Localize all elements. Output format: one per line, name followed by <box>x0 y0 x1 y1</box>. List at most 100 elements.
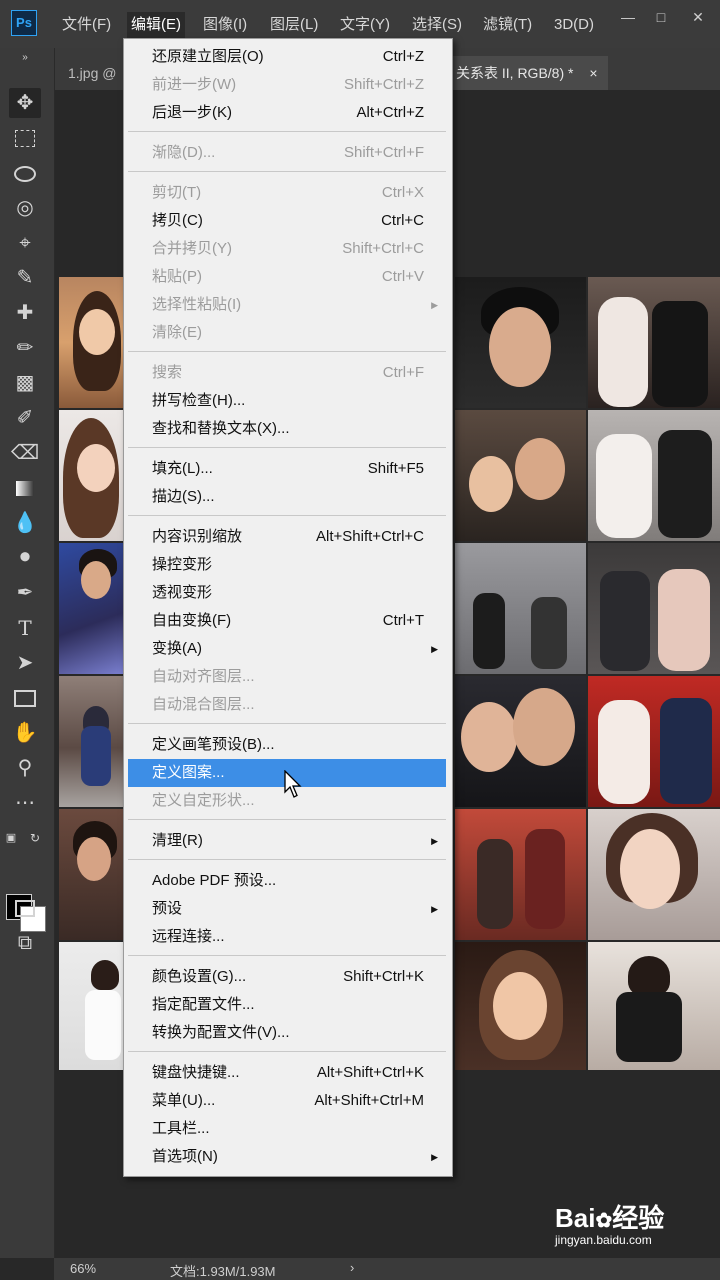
document-tab-1[interactable]: 1.jpg @ <box>68 56 116 90</box>
gradient-tool-icon[interactable] <box>9 473 41 503</box>
menu-item-free-transform[interactable]: 自由变换(F) Ctrl+T <box>128 607 446 635</box>
document-tab-active[interactable]: 关系表 II, RGB/8) * × <box>446 56 608 90</box>
rectangle-tool-icon[interactable] <box>9 683 41 713</box>
crop-tool-icon[interactable]: ⌖ <box>9 228 41 258</box>
paw-icon: ✿ <box>595 1210 613 1232</box>
menu-item-copy[interactable]: 拷贝(C) Ctrl+C <box>128 207 446 235</box>
menu-item-preferences[interactable]: 首选项(N) ▶ <box>128 1143 446 1171</box>
menu-item-paste-special[interactable]: 选择性粘贴(I) ▶ <box>128 291 446 319</box>
menu-separator <box>128 1051 446 1052</box>
close-window-icon[interactable]: ✕ <box>688 8 708 26</box>
menu-item-find-replace[interactable]: 查找和替换文本(X)... <box>128 415 446 443</box>
collage-photo <box>59 676 125 807</box>
zoom-level[interactable]: 66% <box>70 1261 96 1276</box>
blur-tool-icon[interactable]: 💧 <box>9 508 41 538</box>
history-brush-tool-icon[interactable]: ✐ <box>9 403 41 433</box>
collage-photo <box>455 942 586 1070</box>
menu-item-convert-to-profile[interactable]: 转换为配置文件(V)... <box>128 1019 446 1047</box>
menu-item-menus[interactable]: 菜单(U)... Alt+Shift+Ctrl+M <box>128 1087 446 1115</box>
collage-photo <box>455 676 586 807</box>
collage-photo <box>59 543 125 674</box>
menu-item-stroke[interactable]: 描边(S)... <box>128 483 446 511</box>
hand-tool-icon[interactable]: ✋ <box>9 718 41 748</box>
menu-separator <box>128 819 446 820</box>
menu-item-spell-check[interactable]: 拼写检查(H)... <box>128 387 446 415</box>
quick-mask-icon[interactable] <box>9 893 41 923</box>
menu-separator <box>128 131 446 132</box>
menu-item-define-brush-preset[interactable]: 定义画笔预设(B)... <box>128 731 446 759</box>
tools-panel: » ✥ ◎ ⌖ ✎ ✚ ✏ ▩ ✐ ⌫ 💧 ⚫ ✒ T ➤ ✋ ⚲ ⋯ ▣ ↻ … <box>0 48 55 1258</box>
menu-item-adobe-pdf-presets[interactable]: Adobe PDF 预设... <box>128 867 446 895</box>
screen-mode-icon[interactable]: ⧉ <box>9 928 41 958</box>
move-tool-icon[interactable]: ✥ <box>9 88 41 118</box>
menu-item-remote-connections[interactable]: 远程连接... <box>128 923 446 951</box>
edit-menu-dropdown: 还原建立图层(O) Ctrl+Z 前进一步(W) Shift+Ctrl+Z 后退一步… <box>123 38 453 1177</box>
menu-item-transform[interactable]: 变换(A) ▶ <box>128 635 446 663</box>
close-tab-icon[interactable]: × <box>589 65 597 81</box>
menu-item-keyboard-shortcuts[interactable]: 键盘快捷键... Alt+Shift+Ctrl+K <box>128 1059 446 1087</box>
menu-layer[interactable]: 图层(L) <box>266 12 322 38</box>
marquee-tool-icon[interactable] <box>9 123 41 153</box>
eyedropper-tool-icon[interactable]: ✎ <box>9 263 41 293</box>
path-selection-tool-icon[interactable]: ➤ <box>9 648 41 678</box>
collage-photo <box>588 543 720 674</box>
menu-edit[interactable]: 编辑(E) <box>127 12 185 38</box>
type-tool-icon[interactable]: T <box>9 613 41 643</box>
menu-item-assign-profile[interactable]: 指定配置文件... <box>128 991 446 1019</box>
collage-photo <box>588 410 720 541</box>
menu-item-clear[interactable]: 清除(E) <box>128 319 446 347</box>
menu-item-fade[interactable]: 渐隐(D)... Shift+Ctrl+F <box>128 139 446 167</box>
swap-colors-icon[interactable]: ↻ <box>28 823 42 853</box>
menu-item-undo[interactable]: 还原建立图层(O) Ctrl+Z <box>128 43 446 71</box>
menu-select[interactable]: 选择(S) <box>408 12 466 38</box>
maximize-icon[interactable]: □ <box>651 8 671 26</box>
menu-item-auto-align-layers[interactable]: 自动对齐图层... <box>128 663 446 691</box>
expand-panel-icon[interactable]: » <box>9 52 41 64</box>
collage-photo <box>455 277 586 408</box>
menu-file[interactable]: 文件(F) <box>58 12 115 38</box>
menu-item-search[interactable]: 搜索 Ctrl+F <box>128 359 446 387</box>
more-tools-icon[interactable]: ⋯ <box>9 788 41 818</box>
lasso-tool-icon[interactable] <box>9 158 41 188</box>
document-size-info: 文档:1.93M/1.93M <box>170 1264 276 1279</box>
submenu-arrow-icon: ▶ <box>431 904 438 914</box>
default-colors-icon[interactable]: ▣ <box>4 823 18 853</box>
menu-type[interactable]: 文字(Y) <box>336 12 394 38</box>
menu-item-purge[interactable]: 清理(R) ▶ <box>128 827 446 855</box>
menu-item-step-backward[interactable]: 后退一步(K) Alt+Ctrl+Z <box>128 99 446 127</box>
menu-item-toolbar[interactable]: 工具栏... <box>128 1115 446 1143</box>
status-expand-icon[interactable]: › <box>350 1260 354 1275</box>
minimize-icon[interactable]: — <box>618 8 638 26</box>
menu-item-presets[interactable]: 预设 ▶ <box>128 895 446 923</box>
status-bar: 66% 文档:1.93M/1.93M › <box>54 1258 720 1280</box>
baidu-jingyan-watermark: Bai✿经验 jingyan.baidu.com <box>555 1198 664 1247</box>
menu-3d[interactable]: 3D(D) <box>550 12 598 38</box>
menu-item-perspective-warp[interactable]: 透视变形 <box>128 579 446 607</box>
menu-item-color-settings[interactable]: 颜色设置(G)... Shift+Ctrl+K <box>128 963 446 991</box>
submenu-arrow-icon: ▶ <box>431 1152 438 1162</box>
menu-filter[interactable]: 滤镜(T) <box>479 12 536 38</box>
menu-separator <box>128 351 446 352</box>
document-tab-title: 关系表 II, RGB/8) * <box>456 65 574 81</box>
clone-stamp-tool-icon[interactable]: ▩ <box>9 368 41 398</box>
menu-item-auto-blend-layers[interactable]: 自动混合图层... <box>128 691 446 719</box>
watermark-brand: Bai <box>555 1203 596 1233</box>
collage-photo <box>59 942 125 1070</box>
menu-item-puppet-warp[interactable]: 操控变形 <box>128 551 446 579</box>
dodge-tool-icon[interactable]: ⚫ <box>9 543 41 573</box>
healing-brush-tool-icon[interactable]: ✚ <box>9 298 41 328</box>
zoom-tool-icon[interactable]: ⚲ <box>9 753 41 783</box>
pen-tool-icon[interactable]: ✒ <box>9 578 41 608</box>
quick-selection-tool-icon[interactable]: ◎ <box>9 193 41 223</box>
brush-tool-icon[interactable]: ✏ <box>9 333 41 363</box>
menu-item-paste[interactable]: 粘贴(P) Ctrl+V <box>128 263 446 291</box>
collage-photo <box>588 676 720 807</box>
menu-item-content-aware-scale[interactable]: 内容识别缩放 Alt+Shift+Ctrl+C <box>128 523 446 551</box>
menu-item-fill[interactable]: 填充(L)... Shift+F5 <box>128 455 446 483</box>
menu-item-cut[interactable]: 剪切(T) Ctrl+X <box>128 179 446 207</box>
menu-item-copy-merged[interactable]: 合并拷贝(Y) Shift+Ctrl+C <box>128 235 446 263</box>
eraser-tool-icon[interactable]: ⌫ <box>9 438 41 468</box>
menu-image[interactable]: 图像(I) <box>199 12 251 38</box>
menu-item-step-forward[interactable]: 前进一步(W) Shift+Ctrl+Z <box>128 71 446 99</box>
collage-photo <box>588 809 720 940</box>
